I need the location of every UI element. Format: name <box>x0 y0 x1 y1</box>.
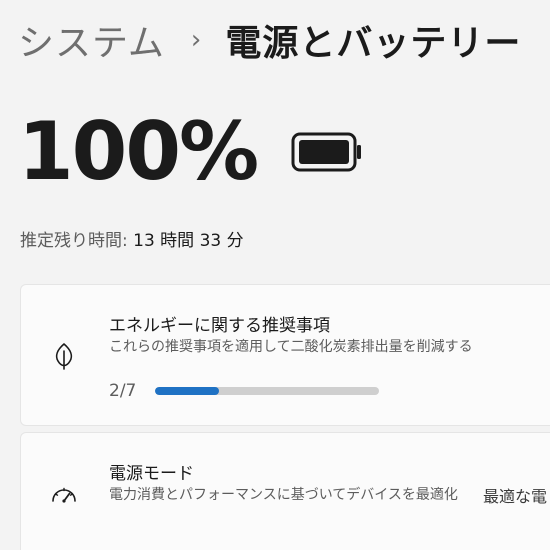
battery-summary: 100% <box>18 112 363 192</box>
gauge-icon <box>49 479 79 509</box>
battery-icon <box>291 132 363 176</box>
remaining-time-label: 推定残り時間: <box>20 231 128 251</box>
power-mode-dropdown[interactable]: 最適な電 <box>483 483 547 507</box>
battery-percentage: 100% <box>18 105 259 198</box>
breadcrumb-system-link[interactable]: システム <box>18 14 165 66</box>
power-mode-description: 電力消費とパフォーマンスに基づいてデバイスを最適化 <box>109 487 458 503</box>
chevron-right-icon: › <box>190 25 202 55</box>
power-battery-page: システム › 電源とバッテリー 100% 推定残り時間: 13 時間 33 分 … <box>0 0 550 550</box>
power-mode-card[interactable]: 電源モード 電力消費とパフォーマンスに基づいてデバイスを最適化 最適な電 <box>20 432 550 550</box>
remaining-time-value: 13 時間 33 分 <box>133 231 244 251</box>
estimated-remaining-time: 推定残り時間: 13 時間 33 分 <box>20 226 244 251</box>
leaf-icon <box>49 341 79 371</box>
recommendations-progress-fill <box>155 387 219 395</box>
breadcrumb: システム › 電源とバッテリー <box>18 12 521 68</box>
recommendations-progress: 2/7 <box>109 381 379 401</box>
energy-recommendations-title: エネルギーに関する推奨事項 <box>109 316 330 336</box>
energy-recommendations-description: これらの推奨事項を適用して二酸化炭素排出量を削減する <box>109 339 473 355</box>
power-mode-title: 電源モード <box>109 464 194 484</box>
recommendations-progress-count: 2/7 <box>109 381 137 401</box>
recommendations-progress-bar <box>155 387 379 395</box>
energy-recommendations-card[interactable]: エネルギーに関する推奨事項 これらの推奨事項を適用して二酸化炭素排出量を削減する… <box>20 284 550 426</box>
page-title: 電源とバッテリー <box>225 23 522 64</box>
